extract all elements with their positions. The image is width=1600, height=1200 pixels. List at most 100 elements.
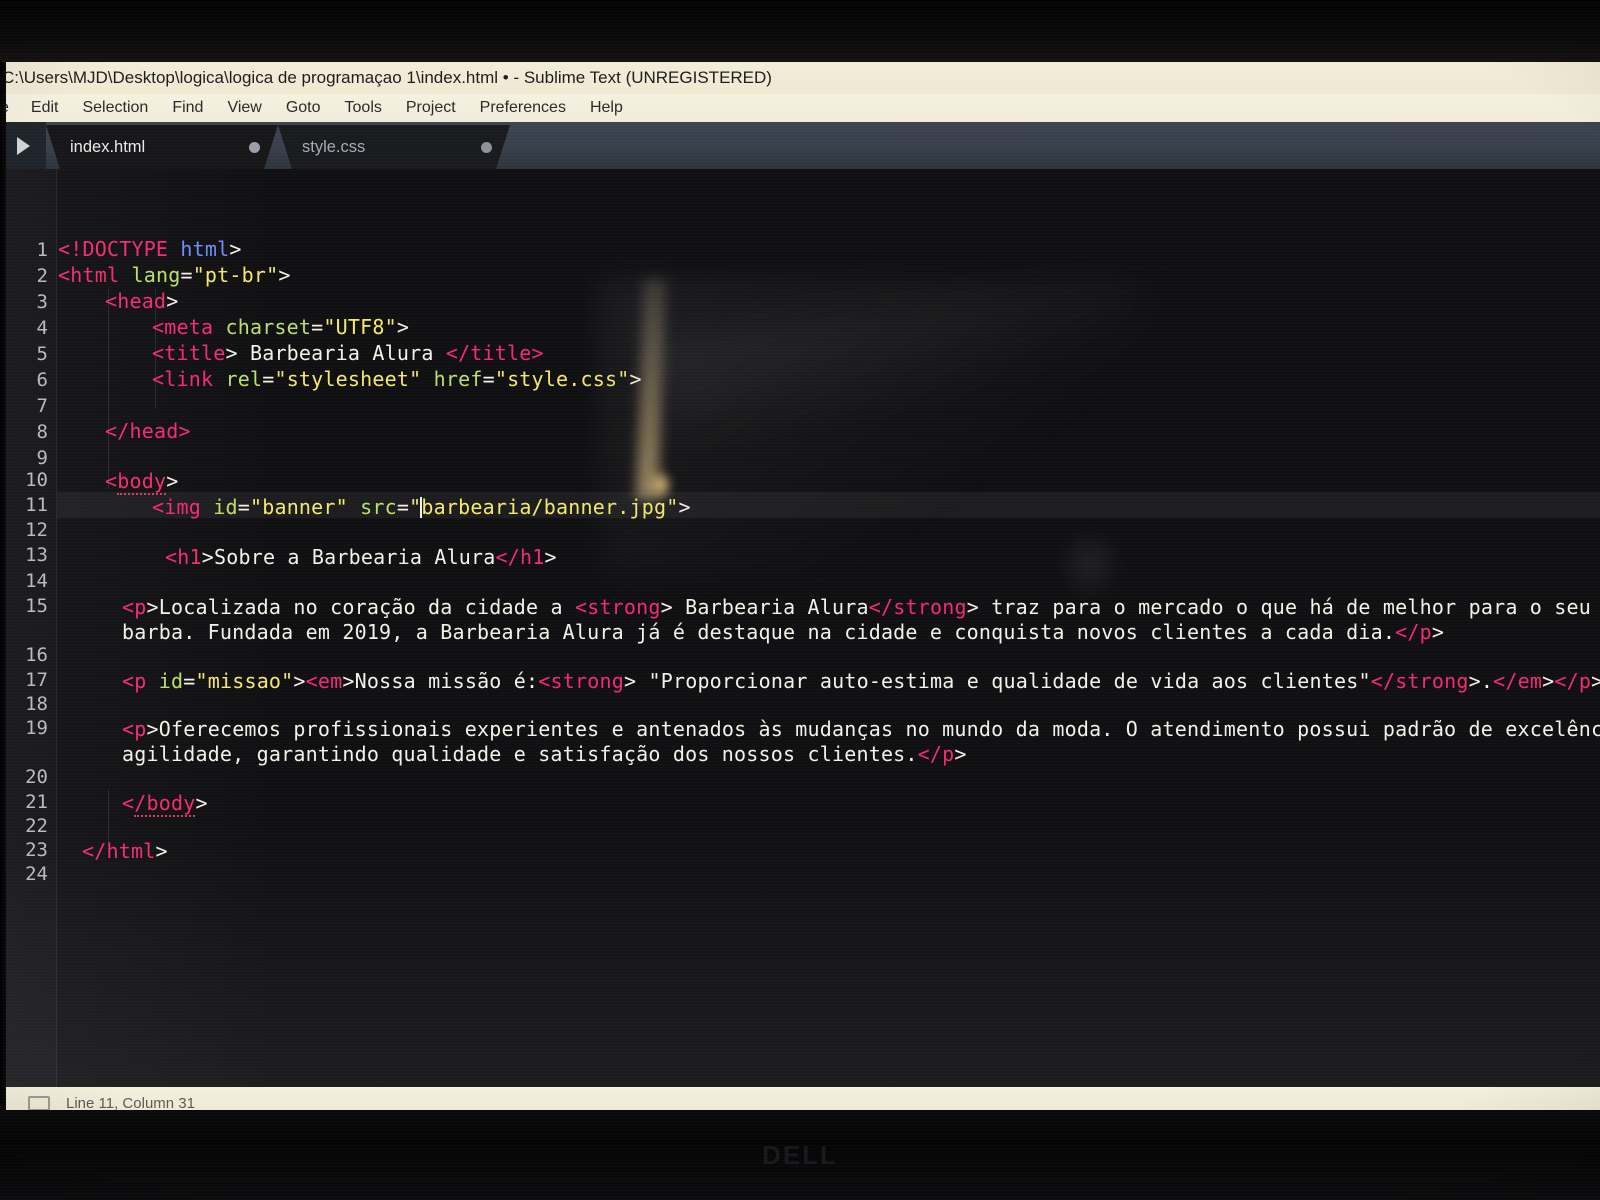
token-gt: > (342, 669, 355, 693)
token-p15-text-2: Barbearia Alura (672, 595, 869, 619)
code-line-19b[interactable]: agilidade, garantindo qualidade e satisf… (122, 742, 967, 766)
screen-reflection (600, 279, 1160, 579)
token-h1-open: h1 (177, 545, 202, 569)
line-number: 3 (36, 291, 48, 313)
token-missao-value: "missao" (195, 669, 294, 693)
menu-item-preferences[interactable]: Preferences (468, 99, 578, 117)
token-lt: < (1493, 669, 1506, 693)
token-gt: > (660, 595, 673, 619)
menu-item-tools[interactable]: Tools (333, 99, 394, 117)
gutter-divider (56, 169, 57, 1087)
menu-item-goto[interactable]: Goto (274, 99, 333, 117)
menu-item-edit[interactable]: Edit (19, 99, 71, 117)
token-em-open: em (317, 669, 343, 693)
token-gt: > (678, 495, 691, 519)
line-number: 10 (25, 469, 48, 491)
line-number: 14 (25, 570, 48, 592)
token-html-close: /html (94, 839, 156, 863)
token-strong-open: strong (587, 595, 661, 619)
token-p-close: /p (1407, 620, 1432, 644)
window-layout-icon[interactable] (28, 1096, 50, 1110)
token-lt: < (495, 545, 508, 569)
token-gt: > (146, 595, 159, 619)
token-p15-text-3: traz para o mercado o que há de melhor p… (991, 595, 1592, 619)
token-p-open: p (134, 717, 147, 741)
menu-bar[interactable]: e Edit Selection Find View Goto Tools Pr… (0, 94, 1600, 122)
token-gt: > (1468, 669, 1481, 693)
token-doctype-open: <! (58, 237, 83, 261)
tab-index-html[interactable]: index.html (46, 125, 278, 169)
monitor-bezel-left (0, 62, 6, 1110)
tab-style-css[interactable]: style.css (278, 125, 510, 169)
menu-item-selection[interactable]: Selection (70, 99, 160, 117)
code-line-13[interactable]: <h1>Sobre a Barbearia Alura</h1> (165, 545, 557, 569)
code-editor[interactable]: 1 2 3 4 5 6 7 8 9 10 11 12 13 14 15 16 1… (0, 169, 1600, 1087)
code-line-3[interactable]: <head> (105, 289, 178, 313)
code-line-1[interactable]: <!DOCTYPE html> (58, 237, 242, 261)
token-p15-text-4: barba. Fundada em 2019, a Barbearia Alur… (122, 620, 1396, 644)
line-number: 18 (25, 693, 48, 715)
token-gt: > (229, 237, 242, 261)
unsaved-dot-icon[interactable] (249, 142, 260, 153)
screen-reflection (1060, 529, 1120, 599)
token-p17-text-3: . (1480, 669, 1494, 693)
token-href-attr: href (433, 367, 483, 391)
menu-item-help[interactable]: Help (578, 99, 635, 117)
token-lt: < (122, 595, 135, 619)
tab-label: style.css (302, 137, 366, 156)
token-lt: < (58, 263, 71, 287)
code-line-19a[interactable]: <p>Oferecemos profissionais experientes … (122, 717, 1600, 741)
token-h1-close: /h1 (507, 545, 545, 569)
code-line-2[interactable]: <html lang="pt-br"> (58, 263, 291, 287)
token-title-close: </title> (445, 341, 544, 365)
line-number: 20 (25, 766, 48, 788)
token-strong-close: /strong (881, 595, 967, 619)
window-titlebar: C:\Users\MJD\Desktop\logica\logica de pr… (0, 62, 1600, 94)
window-title: C:\Users\MJD\Desktop\logica\logica de pr… (2, 68, 772, 87)
unsaved-dot-icon[interactable] (481, 142, 492, 153)
code-line-6[interactable]: <link rel="stylesheet" href="style.css"> (152, 367, 642, 391)
line-number: 8 (36, 421, 48, 443)
code-line-17[interactable]: <p id="missao"><em>Nossa missão é:<stron… (122, 669, 1600, 693)
menu-item-find[interactable]: Find (160, 99, 215, 117)
token-p17-text-1: Nossa missão é: (354, 669, 539, 693)
token-gt: > (1431, 620, 1445, 644)
code-line-4[interactable]: <meta charset="UTF8"> (152, 315, 409, 339)
code-line-15a[interactable]: <p>Localizada no coração da cidade a <st… (122, 595, 1600, 619)
line-number: 21 (25, 791, 48, 813)
line-number: 24 (25, 863, 48, 885)
code-line-5[interactable]: <title> Barbearia Alura </title> (152, 341, 544, 365)
token-gt: > (201, 545, 214, 569)
token-h1-text: Sobre a Barbearia Alura (213, 545, 496, 569)
menu-item-project[interactable]: Project (394, 99, 468, 117)
tab-bar: index.html style.css (0, 122, 1600, 169)
monitor-brand-logo: DELL (762, 1140, 838, 1170)
code-line-23[interactable]: </html> (82, 839, 168, 863)
token-rel-value: "stylesheet" (274, 367, 422, 391)
token-lt: < (82, 839, 95, 863)
token-doctype-value: html (180, 237, 230, 261)
line-number: 12 (25, 519, 48, 541)
line-number: 15 (25, 595, 48, 617)
token-id-value: "banner" (249, 495, 348, 519)
menu-item-view[interactable]: View (215, 99, 273, 117)
token-strong-close: /strong (1382, 669, 1469, 693)
code-line-21[interactable]: </body> (122, 791, 208, 817)
code-line-8[interactable]: </head> (105, 419, 191, 443)
screen-area: C:\Users\MJD\Desktop\logica\logica de pr… (0, 62, 1600, 1110)
token-gt: > (1542, 669, 1555, 693)
code-line-15b[interactable]: barba. Fundada em 2019, a Barbearia Alur… (122, 620, 1444, 644)
token-lt: < (105, 289, 118, 313)
code-line-11[interactable]: <img id="banner" src="barbearia/banner.j… (152, 495, 691, 519)
line-number: 16 (25, 644, 48, 666)
token-charset-attr: charset (225, 315, 312, 339)
token-gt: > (293, 669, 306, 693)
line-number: 9 (36, 447, 48, 469)
token-p15-text-1: Localizada no coração da cidade a (158, 595, 575, 619)
code-line-10[interactable]: <body> (105, 469, 178, 495)
token-src-path: barbearia/banner.jpg" (421, 495, 679, 519)
sidebar-toggle-button[interactable] (0, 122, 46, 169)
token-id-attr: id (158, 669, 184, 693)
token-gt: > (966, 595, 979, 619)
token-lt: < (1554, 669, 1567, 693)
